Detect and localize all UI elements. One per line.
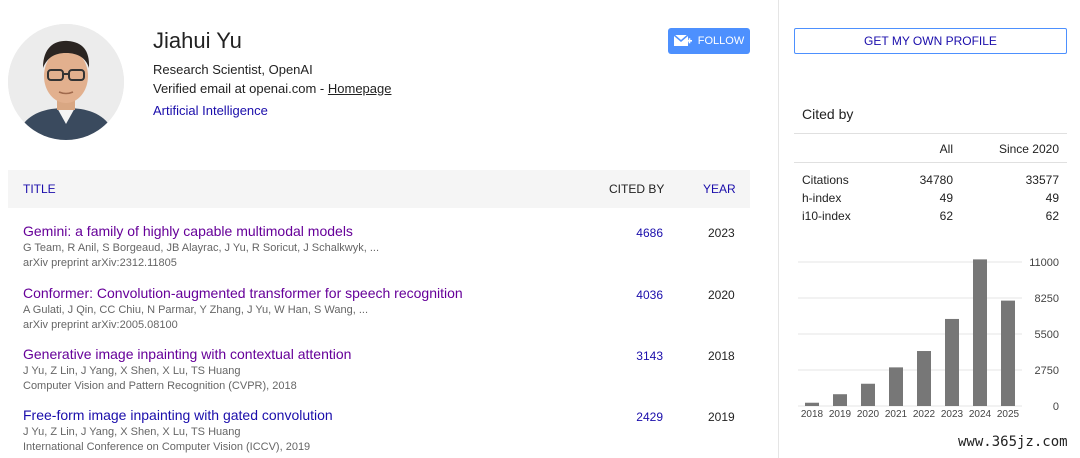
y-tick-label: 0 (1053, 401, 1059, 413)
paper-venue: arXiv preprint arXiv:2312.11805 (23, 257, 177, 269)
homepage-link[interactable]: Homepage (328, 81, 392, 96)
paper-year: 2023 (708, 226, 735, 240)
cited-by-heading: Cited by (802, 106, 854, 122)
email-text: Verified email at openai.com - (153, 81, 328, 96)
paper-title-link[interactable]: Gemini: a family of highly capable multi… (23, 223, 353, 239)
paper-year: 2019 (708, 410, 735, 424)
y-tick-label: 5500 (1035, 329, 1059, 341)
table-row: Gemini: a family of highly capable multi… (8, 223, 750, 283)
table-row: Conformer: Convolution-augmented transfo… (8, 285, 750, 345)
get-my-own-profile-button[interactable]: GET MY OWN PROFILE (794, 28, 1067, 54)
paper-authors: J Yu, Z Lin, J Yang, X Shen, X Lu, TS Hu… (23, 365, 241, 377)
y-tick-label: 8250 (1035, 293, 1059, 305)
paper-venue: arXiv preprint arXiv:2005.08100 (23, 319, 178, 331)
chart-bar-2020[interactable] (861, 383, 875, 406)
follow-button[interactable]: FOLLOW (668, 28, 750, 54)
chart-bar-2023[interactable] (945, 318, 959, 406)
paper-title-link[interactable]: Conformer: Convolution-augmented transfo… (23, 285, 463, 301)
paper-venue: International Conference on Computer Vis… (23, 441, 311, 453)
profile-name: Jiahui Yu (153, 28, 242, 53)
stats-since: 62 (1045, 209, 1059, 223)
sort-by-year[interactable]: YEAR (703, 182, 736, 196)
sort-by-title[interactable]: TITLE (23, 182, 56, 196)
profile-affiliation: Research Scientist, OpenAI (153, 62, 313, 77)
paper-authors: A Gulati, J Qin, CC Chiu, N Parmar, Y Zh… (23, 304, 369, 316)
x-tick-label: 2025 (997, 409, 1020, 420)
table-row: Free-form image inpainting with gated co… (8, 407, 750, 458)
y-tick-label: 11000 (1029, 257, 1059, 269)
stats-label[interactable]: Citations (802, 173, 849, 187)
stats-all: 34780 (919, 173, 953, 187)
x-tick-label: 2021 (885, 409, 908, 420)
citations-per-year-chart: 11000 8250 5500 2750 0 2018 2019 2020 2021 2022 20… (794, 252, 1074, 427)
x-tick-label: 2018 (801, 409, 824, 420)
follow-label: FOLLOW (697, 35, 745, 47)
chart-bar-2018[interactable] (805, 402, 819, 406)
x-tick-label: 2022 (913, 409, 936, 420)
cited-by-link[interactable]: 3143 (608, 349, 663, 363)
column-divider (778, 0, 779, 458)
x-tick-label: 2024 (969, 409, 992, 420)
interest-link[interactable]: Artificial Intelligence (153, 103, 268, 118)
watermark: www.365jz.com (958, 434, 1068, 450)
stats-row-citations: Citations 34780 33577 (794, 171, 1067, 189)
x-tick-label: 2019 (829, 409, 852, 420)
paper-authors: G Team, R Anil, S Borgeaud, JB Alayrac, … (23, 242, 380, 254)
stats-header: All Since 2020 (794, 133, 1067, 163)
stats-since: 49 (1045, 191, 1059, 205)
stats-label[interactable]: h-index (802, 191, 841, 205)
paper-title-link[interactable]: Free-form image inpainting with gated co… (23, 407, 333, 423)
avatar (8, 24, 124, 140)
paper-authors: J Yu, Z Lin, J Yang, X Shen, X Lu, TS Hu… (23, 426, 241, 438)
stats-all: 49 (939, 191, 953, 205)
cited-by-link[interactable]: 4686 (608, 226, 663, 240)
stats-col-all: All (939, 142, 953, 156)
table-header: TITLE CITED BY YEAR (8, 170, 750, 208)
stats-row-h-index: h-index 49 49 (794, 189, 1067, 207)
chart-bar-2021[interactable] (889, 367, 903, 406)
stats-since: 33577 (1025, 173, 1059, 187)
cited-by-link[interactable]: 4036 (608, 288, 663, 302)
sort-by-cited[interactable]: CITED BY (609, 182, 664, 196)
chart-bar-2019[interactable] (833, 394, 847, 406)
chart-bar-2025[interactable] (1001, 300, 1015, 406)
x-tick-label: 2023 (941, 409, 964, 420)
table-row: Generative image inpainting with context… (8, 346, 750, 406)
paper-year: 2020 (708, 288, 735, 302)
paper-year: 2018 (708, 349, 735, 363)
stats-label[interactable]: i10-index (802, 209, 851, 223)
paper-venue: Computer Vision and Pattern Recognition … (23, 380, 297, 392)
chart-bar-2024[interactable] (973, 259, 987, 406)
x-tick-label: 2020 (857, 409, 880, 420)
paper-title-link[interactable]: Generative image inpainting with context… (23, 346, 351, 362)
y-tick-label: 2750 (1035, 365, 1059, 377)
chart-bar-2022[interactable] (917, 351, 931, 406)
citation-stats-table: All Since 2020 Citations 34780 33577 h-i… (794, 133, 1067, 225)
stats-all: 62 (939, 209, 953, 223)
cited-by-link[interactable]: 2429 (608, 410, 663, 424)
stats-row-i10-index: i10-index 62 62 (794, 207, 1067, 225)
profile-email: Verified email at openai.com - Homepage (153, 81, 391, 96)
envelope-plus-icon (673, 34, 692, 48)
stats-col-since: Since 2020 (998, 142, 1059, 156)
